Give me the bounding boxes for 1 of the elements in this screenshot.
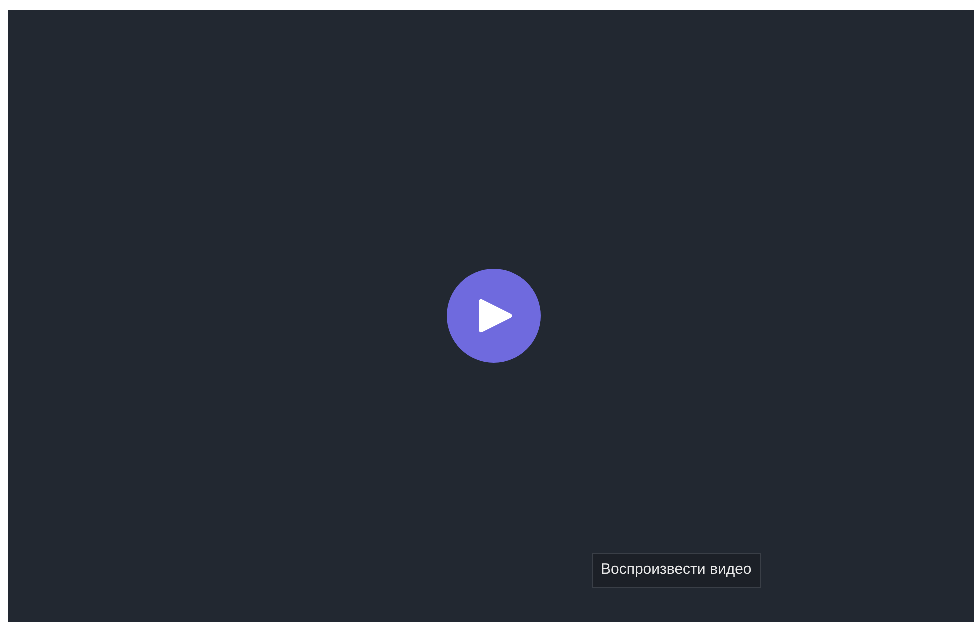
tooltip: Воспроизвести видео [592,553,761,588]
